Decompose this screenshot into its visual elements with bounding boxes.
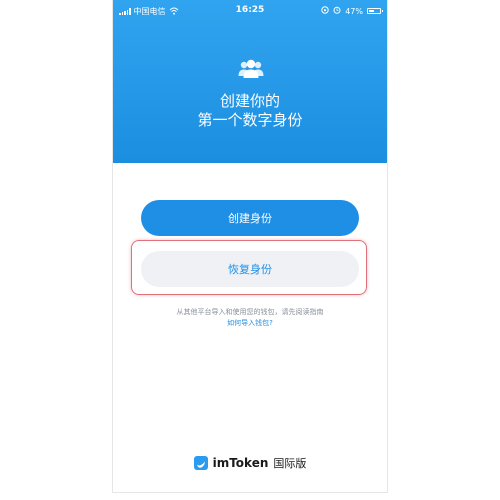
- hero-banner: 中国电信 16:25 47% 创建你的 第一个数字身份: [113, 0, 387, 163]
- import-note: 从其他平台导入和使用您的钱包，请先阅读指南: [176, 308, 324, 316]
- alarm-icon: [333, 6, 341, 16]
- status-right: 47%: [321, 6, 383, 16]
- create-identity-button[interactable]: 创建身份: [141, 200, 359, 236]
- battery-percent: 47%: [345, 6, 363, 16]
- hero-title-line-2: 第一个数字身份: [197, 111, 303, 129]
- brand-footer: imToken 国际版: [113, 455, 387, 471]
- users-icon: [238, 58, 264, 80]
- app-screen: 中国电信 16:25 47% 创建你的 第一个数字身份 创建身份 恢复身份 从其…: [112, 0, 388, 493]
- hero-title-line-1: 创建你的: [219, 92, 280, 110]
- status-bar: 中国电信 16:25 47%: [113, 0, 387, 22]
- lock-rotation-icon: [321, 6, 329, 16]
- battery-icon: [367, 8, 383, 14]
- import-guide-link[interactable]: 如何导入钱包?: [113, 318, 387, 328]
- imtoken-logo-icon: [193, 456, 208, 470]
- brand-suffix: 国际版: [273, 457, 307, 470]
- restore-identity-button[interactable]: 恢复身份: [141, 251, 359, 287]
- brand-name: imToken: [212, 456, 269, 470]
